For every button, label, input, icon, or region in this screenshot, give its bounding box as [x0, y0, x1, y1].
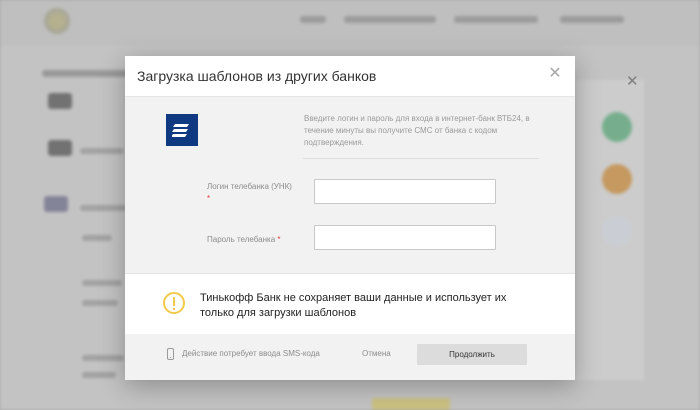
close-icon[interactable]: ✕ [547, 66, 563, 82]
login-input[interactable] [314, 179, 496, 204]
phone-icon [167, 348, 174, 360]
warning-icon [163, 292, 185, 314]
password-label: Пароль телебанка * [207, 234, 297, 246]
notice-text: Тинькофф Банк не сохраняет ваши данные и… [200, 292, 507, 319]
divider [303, 158, 539, 159]
instruction-text: Введите логин и пароль для входа в интер… [304, 114, 530, 147]
security-notice: Тинькофф Банк не сохраняет ваши данные и… [125, 273, 575, 335]
modal-footer: Действие потребует ввода SMS-кода Отмена… [125, 334, 575, 380]
password-input[interactable] [314, 225, 496, 250]
form-area: Введите логин и пароль для входа в интер… [125, 96, 575, 274]
modal-title: Загрузка шаблонов из других банков [137, 68, 377, 84]
login-label: Логин телебанка (УНК) * [207, 181, 297, 205]
continue-button[interactable]: Продолжить [417, 344, 527, 365]
login-label-text: Логин телебанка (УНК) [207, 182, 292, 191]
cancel-link[interactable]: Отмена [362, 349, 391, 358]
required-mark: * [207, 194, 211, 203]
vtb24-logo-icon [166, 114, 198, 146]
modal-header: Загрузка шаблонов из других банков ✕ [125, 56, 575, 96]
required-mark: * [277, 235, 281, 244]
password-label-text: Пароль телебанка [207, 235, 276, 244]
sms-note: Действие потребует ввода SMS-кода [182, 349, 320, 358]
import-templates-modal: Загрузка шаблонов из других банков ✕ Вве… [125, 56, 575, 380]
